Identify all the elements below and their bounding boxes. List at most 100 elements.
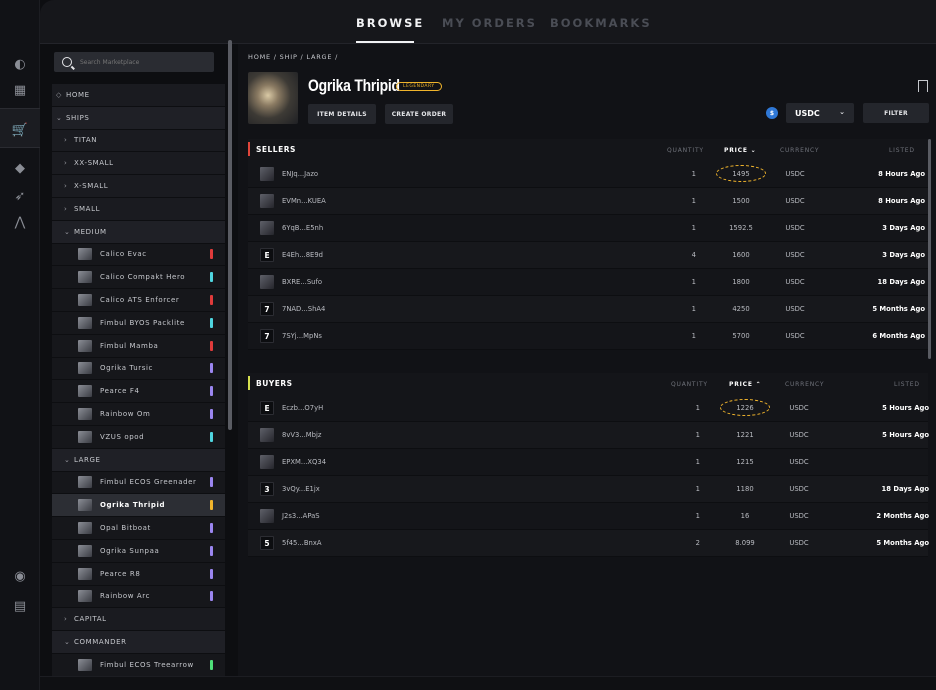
column-listed[interactable]: LISTED	[889, 147, 915, 154]
sidebar-item-ships[interactable]: ⌄ SHIPS	[52, 106, 225, 130]
search-input[interactable]	[80, 58, 210, 66]
currency-cell: USDC	[785, 332, 805, 340]
listed-cell: 2 Months Ago	[876, 512, 929, 520]
table-row[interactable]: 8vV3...Mbjz 1 1221 USDC 5 Hours Ago	[248, 422, 929, 449]
trader-address: 8vV3...Mbjz	[282, 431, 322, 439]
ship-thumbnail-icon	[78, 385, 92, 398]
currency-select[interactable]: USDC ⌄	[786, 103, 854, 123]
item-details-button[interactable]: ITEM DETAILS	[308, 104, 376, 124]
trader-address: 7SYj...MpNs	[282, 332, 322, 340]
ship-list-item[interactable]: Rainbow Arc	[52, 585, 225, 609]
rarity-badge: LEGENDARY	[396, 82, 442, 91]
sellers-scrollbar[interactable]	[928, 139, 931, 359]
ship-list-item[interactable]: Fimbul Mamba	[52, 334, 225, 358]
sidebar-item-titan[interactable]: › TITAN	[52, 129, 225, 153]
sidebar-item-small[interactable]: › SMALL	[52, 197, 225, 221]
ship-list-item[interactable]: VZUS opod	[52, 425, 225, 449]
price-cell: 1500	[732, 197, 750, 205]
trader-address: EVMn...KUEA	[282, 197, 326, 205]
table-row[interactable]: ENJq...Jazo 1 1495 USDC 8 Hours Ago	[248, 161, 928, 188]
ship-list-item[interactable]: Pearce R8	[52, 562, 225, 586]
column-currency[interactable]: CURRENCY	[780, 147, 819, 154]
table-row[interactable]: 3 3vQy...E1jx 1 1180 USDC 18 Days Ago	[248, 476, 929, 503]
table-row[interactable]: E E4Eh...8E9d 4 1600 USDC 3 Days Ago	[248, 242, 928, 269]
user-icon[interactable]: ◉	[10, 566, 30, 586]
ship-thumbnail-icon	[78, 362, 92, 375]
ship-thumbnail-icon	[78, 544, 92, 557]
ship-list-item[interactable]: Calico Evac	[52, 243, 225, 267]
table-row[interactable]: 5 5f45...BnxA 2 8.099 USDC 5 Months Ago	[248, 530, 929, 557]
currency-cell: USDC	[785, 305, 805, 313]
wallet-icon[interactable]: ▤	[10, 596, 30, 616]
column-price-sort[interactable]: PRICE ⌄	[724, 147, 756, 154]
breadcrumb[interactable]: HOME / SHIP / LARGE /	[248, 53, 338, 61]
column-listed[interactable]: LISTED	[894, 381, 920, 388]
inventory-icon[interactable]: ▦	[10, 80, 30, 100]
trader-address: BXRE...Sufo	[282, 278, 322, 286]
ship-list-item[interactable]: Fimbul BYOS Packlite	[52, 311, 225, 335]
planet-icon[interactable]: ◐	[10, 54, 30, 74]
sellers-header: SELLERS QUANTITY PRICE ⌄ CURRENCY LISTED	[248, 139, 928, 161]
filter-button[interactable]: FILTER	[863, 103, 929, 123]
sidebar-item-medium[interactable]: ⌄ MEDIUM	[52, 220, 225, 244]
gem-icon[interactable]: ◆	[10, 158, 30, 178]
rocket-icon[interactable]: ➶	[10, 186, 30, 206]
currency-cell: USDC	[785, 170, 805, 178]
rarity-indicator	[210, 431, 213, 442]
sidebar-item-large[interactable]: ⌄ LARGE	[52, 448, 225, 472]
create-order-button[interactable]: CREATE ORDER	[385, 104, 453, 124]
ship-list-item[interactable]: Ogrika Sunpaa	[52, 539, 225, 563]
active-tab-underline	[356, 41, 414, 43]
sidebar-item-home[interactable]: ◇ HOME	[52, 84, 225, 107]
column-quantity[interactable]: QUANTITY	[671, 381, 708, 388]
listed-cell: 5 Hours Ago	[882, 404, 929, 412]
ship-list-item[interactable]: Rainbow Om	[52, 403, 225, 426]
sidebar-scrollbar[interactable]	[228, 40, 232, 430]
quantity-cell: 1	[691, 278, 696, 286]
large-ship-list: Fimbul ECOS Greenader Ogrika Thripid Opal …	[52, 471, 225, 609]
currency-cell: USDC	[789, 512, 809, 520]
buyers-header: BUYERS QUANTITY PRICE ⌃ CURRENCY LISTED	[248, 373, 928, 395]
quantity-cell: 4	[691, 251, 696, 259]
column-price-sort[interactable]: PRICE ⌃	[729, 381, 761, 388]
chevron-up-icon[interactable]: ⋀	[10, 212, 30, 232]
price-cell: 1180	[736, 485, 754, 493]
trader-address: Eczb...O7yH	[282, 404, 324, 412]
sidebar-item-x-small[interactable]: › X-SMALL	[52, 175, 225, 198]
column-quantity[interactable]: QUANTITY	[667, 147, 704, 154]
ship-list-item[interactable]: Pearce F4	[52, 380, 225, 404]
currency-select-value: USDC	[795, 108, 820, 118]
avatar	[260, 167, 274, 181]
avatar	[260, 275, 274, 289]
avatar: 7	[260, 329, 274, 343]
table-row[interactable]: EVMn...KUEA 1 1500 USDC 8 Hours Ago	[248, 188, 928, 215]
listed-cell: 3 Days Ago	[882, 224, 925, 232]
column-currency[interactable]: CURRENCY	[785, 381, 824, 388]
ship-list-item[interactable]: Fimbul ECOS Greenader	[52, 471, 225, 495]
rarity-indicator	[210, 568, 213, 579]
table-row[interactable]: J2s3...APaS 1 16 USDC 2 Months Ago	[248, 503, 929, 530]
ship-list-item[interactable]: Calico ATS Enforcer	[52, 289, 225, 312]
sidebar-item-capital[interactable]: › CAPITAL	[52, 608, 225, 632]
cart-icon[interactable]: 🛒	[10, 120, 30, 140]
tab-bookmarks[interactable]: BOOKMARKS	[550, 16, 652, 30]
sidebar-item-commander[interactable]: ⌄ COMMANDER	[52, 631, 225, 654]
column-price-label: PRICE	[724, 147, 748, 154]
main-content: HOME / SHIP / LARGE / Ogrika Thripid LEG…	[238, 44, 936, 676]
ship-list-item[interactable]: Ogrika Tursic	[52, 357, 225, 381]
sidebar-item-xx-small[interactable]: › XX-SMALL	[52, 152, 225, 176]
table-row[interactable]: 7 7NAD...ShA4 1 4250 USDC 5 Months Ago	[248, 296, 928, 323]
ship-list-item[interactable]: Ogrika Thripid	[52, 494, 225, 518]
table-row[interactable]: E Eczb...O7yH 1 1226 USDC 5 Hours Ago	[248, 395, 929, 422]
tab-browse[interactable]: BROWSE	[356, 16, 424, 30]
ship-list-item[interactable]: Calico Compakt Hero	[52, 266, 225, 290]
table-row[interactable]: 6YqB...E5nh 1 1592.5 USDC 3 Days Ago	[248, 215, 928, 242]
quantity-cell: 1	[695, 458, 700, 466]
table-row[interactable]: 7 7SYj...MpNs 1 5700 USDC 6 Months Ago	[248, 323, 928, 350]
ship-list-item[interactable]: Fimbul ECOS Treearrow	[52, 653, 225, 677]
table-row[interactable]: BXRE...Sufo 1 1800 USDC 18 Days Ago	[248, 269, 928, 296]
ship-list-item[interactable]: Opal Bitboat	[52, 517, 225, 540]
table-row[interactable]: EPXM...XQ34 1 1215 USDC	[248, 449, 928, 476]
tab-my-orders[interactable]: MY ORDERS	[442, 16, 537, 30]
bookmark-add-icon[interactable]	[918, 80, 928, 92]
